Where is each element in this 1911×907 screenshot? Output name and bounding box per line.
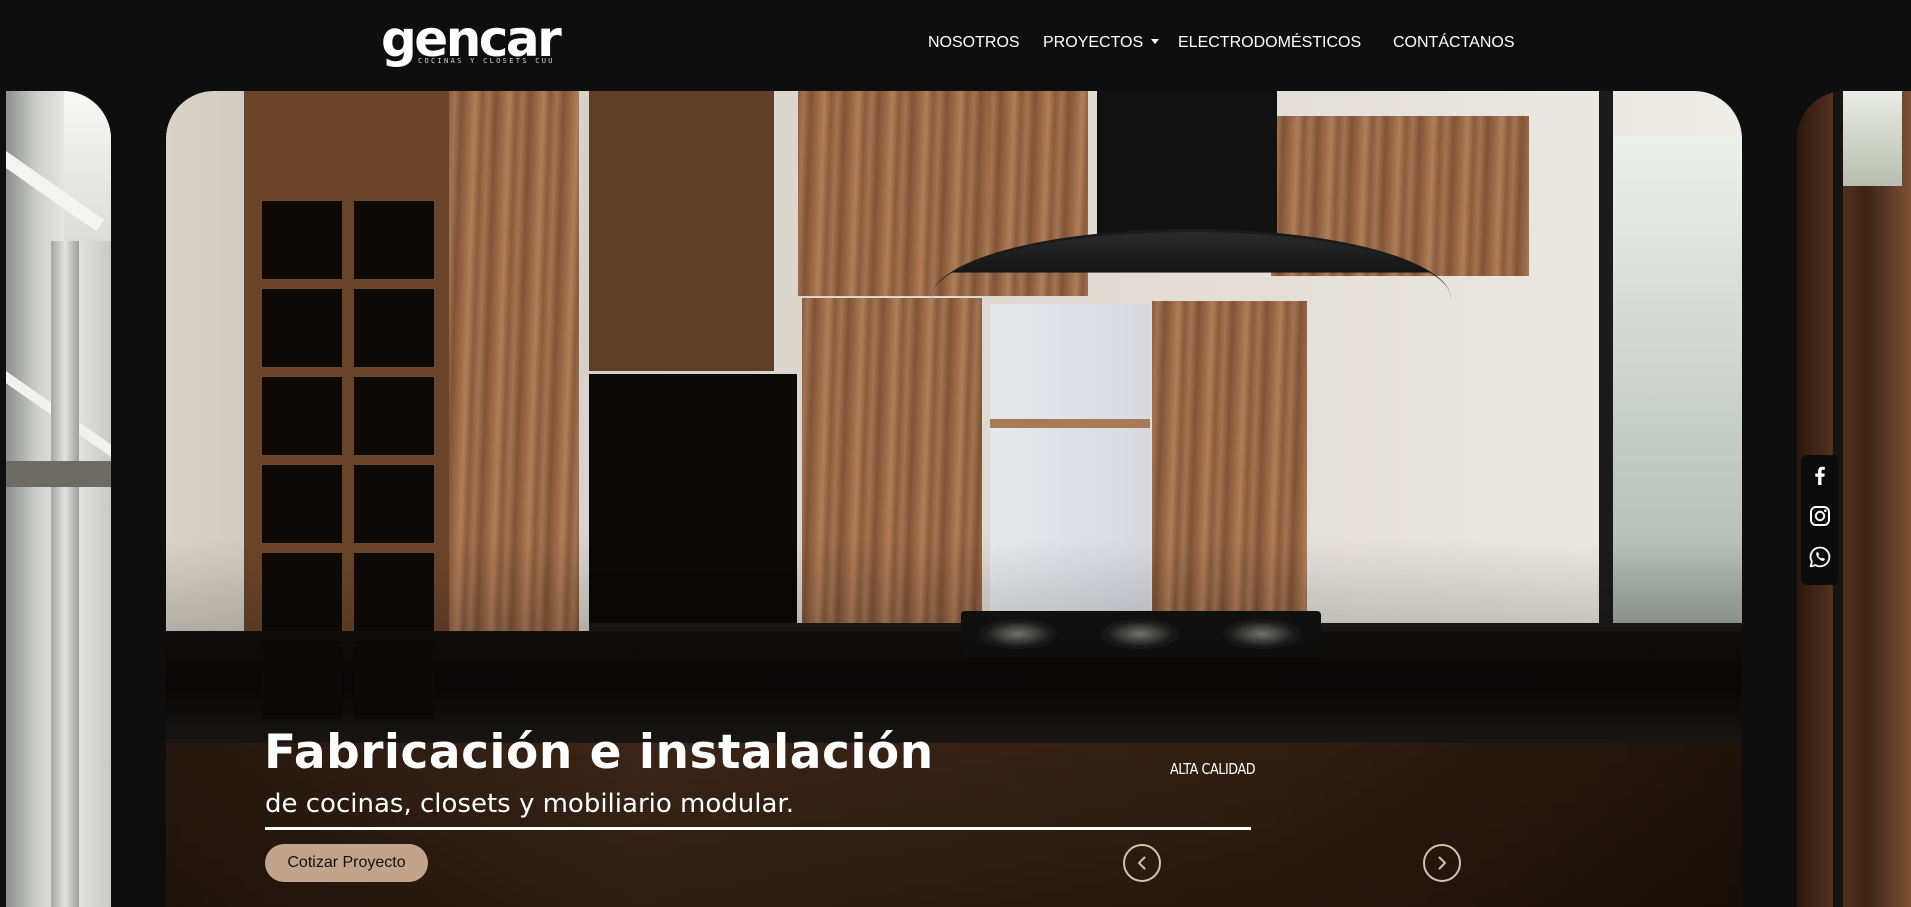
carousel-prev-button[interactable] (1123, 844, 1161, 882)
nav-item-nosotros[interactable]: NOSOTROS (928, 34, 1020, 52)
nav-item-label: CONTÁCTANOS (1393, 34, 1515, 51)
whatsapp-icon (1809, 546, 1831, 568)
carousel-slide-previous-peek[interactable] (6, 91, 111, 907)
hero-slide (166, 91, 1742, 907)
wine-rack-cubby (262, 641, 342, 719)
nav-item-proyectos[interactable]: PROYECTOS (1043, 34, 1160, 52)
caret-down-icon (1151, 39, 1160, 44)
facebook-link[interactable] (1808, 462, 1832, 488)
wine-rack-cubby (354, 201, 434, 279)
wine-rack-cubby (262, 553, 342, 631)
instagram-link[interactable] (1808, 503, 1832, 529)
nav-item-electrodomesticos[interactable]: ELECTRODOMÉSTICOS (1178, 34, 1361, 52)
carousel-next-button[interactable] (1423, 844, 1461, 882)
wine-rack-cubby (354, 553, 434, 631)
chevron-left-icon (1138, 856, 1146, 870)
wine-rack-cubby (354, 289, 434, 367)
wine-rack-cubby (354, 641, 434, 719)
logo-tagline: COCINAS Y CLOSETS CUU (418, 57, 555, 65)
stair-step (6, 461, 111, 487)
facebook-icon (1815, 466, 1825, 485)
nav-item-label: ELECTRODOMÉSTICOS (1178, 34, 1362, 51)
nav-item-contactanos[interactable]: CONTÁCTANOS (1393, 34, 1514, 52)
wine-rack-cubby (354, 465, 434, 543)
hero-subtitle: de cocinas, closets y mobiliario modular… (265, 789, 794, 819)
social-sidebar (1801, 455, 1839, 585)
whatsapp-link[interactable] (1808, 544, 1832, 570)
stair-post (51, 241, 79, 907)
slide-badge: ALTA CALIDAD (1170, 760, 1256, 778)
cotizar-proyecto-button[interactable]: Cotizar Proyecto (265, 844, 428, 882)
site-header: gencar COCINAS Y CLOSETS CUU NOSOTROS PR… (0, 0, 1911, 90)
chevron-right-icon (1438, 856, 1446, 870)
wine-rack-cubby (262, 465, 342, 543)
logo[interactable]: gencar COCINAS Y CLOSETS CUU (381, 14, 562, 70)
instagram-icon (1810, 506, 1830, 526)
wine-rack-cubby (262, 201, 342, 279)
nav-item-label: NOSOTROS (928, 34, 1020, 51)
wine-rack-cubby (354, 377, 434, 455)
nav-item-label: PROYECTOS (1043, 34, 1144, 51)
hero-title: Fabricación e instalación (264, 725, 934, 780)
wine-rack-cubby (262, 377, 342, 455)
hero-divider (265, 827, 1251, 830)
window-glass (1842, 91, 1902, 186)
wine-rack-cubby (262, 289, 342, 367)
